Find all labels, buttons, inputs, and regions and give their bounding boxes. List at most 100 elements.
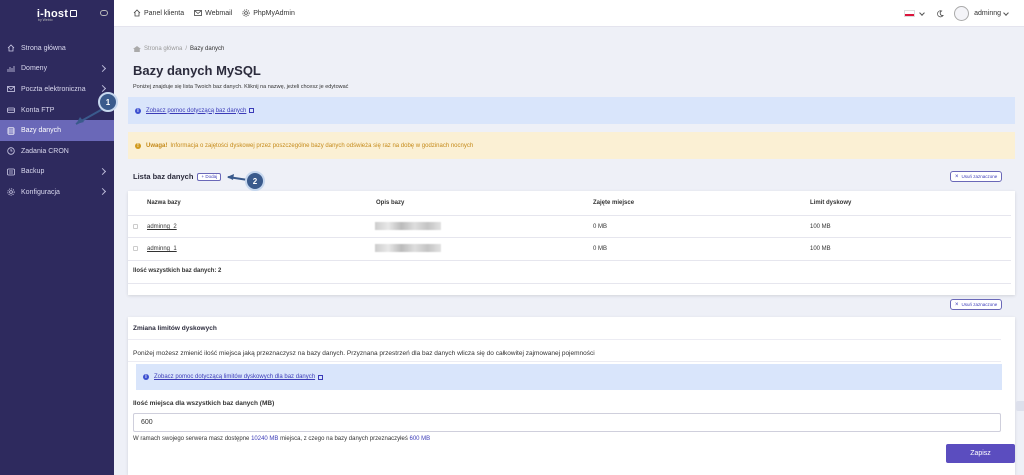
domain-icon: [7, 65, 15, 73]
logo-sub: by Webio: [38, 18, 53, 22]
external-link-icon: [318, 374, 324, 380]
warning-text: Informacja o zajętości dyskowej przez po…: [170, 142, 474, 149]
column-header-limit[interactable]: Limit dyskowy: [810, 200, 851, 206]
home-icon: [133, 46, 141, 52]
disk-limit: 100 MB: [810, 246, 831, 252]
clock-icon: [7, 147, 15, 155]
side-panel-handle[interactable]: [1016, 401, 1024, 411]
language-flag-icon[interactable]: [904, 10, 916, 17]
chevron-down-icon[interactable]: [919, 9, 925, 16]
row-checkbox[interactable]: [133, 224, 138, 229]
gear-icon: [242, 9, 250, 17]
sidebar-item-config[interactable]: Konfiguracja: [0, 182, 114, 203]
home-icon: [7, 44, 15, 52]
disk-limit-input[interactable]: 600: [133, 413, 1001, 432]
delete-selected-button-bottom[interactable]: × Usuń zaznaczone: [950, 299, 1003, 310]
ftp-icon: [7, 106, 15, 114]
sidebar-item-label: Domeny: [21, 65, 48, 73]
page-description: Poniżej znajduje się lista Twoich baz da…: [133, 84, 349, 90]
external-link-icon: [249, 108, 255, 113]
table-row: adminng_1 0 MB 100 MB: [128, 237, 1011, 259]
sidebar-item-label: Konfiguracja: [21, 188, 60, 196]
note-text: W ramach swojego serwera masz dostępne: [133, 436, 250, 442]
annotation-marker-2: 2: [245, 171, 265, 191]
chevron-down-icon[interactable]: [1003, 9, 1009, 16]
note-text: miejsca, z czego na bazy danych przeznac…: [280, 436, 408, 442]
breadcrumb-home[interactable]: Strona główna: [144, 46, 182, 52]
blurred-description: [375, 244, 441, 252]
chevron-right-icon: [98, 85, 107, 93]
used-space: 0 MB: [593, 246, 608, 252]
topbar-webmail-link[interactable]: Webmail: [194, 9, 232, 17]
info-icon: i: [135, 107, 141, 114]
limits-help-box: i Zobacz pomoc dotyczącą limitów dyskowy…: [136, 364, 1002, 390]
save-button[interactable]: Zapisz: [946, 444, 1015, 463]
database-table: Nazwa bazy Opis bazy Zajęte miejsce Limi…: [128, 191, 1015, 295]
home-icon: [133, 9, 141, 17]
add-database-button[interactable]: + Dodaj: [197, 172, 222, 181]
gear-icon: [7, 188, 15, 197]
warning-icon: !: [135, 142, 141, 149]
column-header-description[interactable]: Opis bazy: [376, 200, 404, 206]
note-available: 10240 MB: [251, 436, 279, 442]
list-section: Lista baz danych + Dodaj: [133, 172, 222, 181]
sidebar-item-label: Zadania CRON: [21, 147, 69, 155]
chevron-right-icon: [98, 188, 107, 196]
row-checkbox[interactable]: [133, 246, 138, 251]
topbar-phpmyadmin-link[interactable]: PhpMyAdmin: [242, 9, 295, 17]
delete-selected-label: Usuń zaznaczone: [961, 174, 998, 179]
topbar-right: adminng: [904, 0, 1024, 27]
collapse-sidebar-icon[interactable]: [100, 10, 108, 16]
close-icon: ×: [955, 173, 959, 180]
sidebar: i-host by Webio Strona główna Domeny Poc…: [0, 0, 114, 475]
delete-selected-button-top[interactable]: × Usuń zaznaczone: [950, 171, 1003, 182]
sidebar-item-cron[interactable]: Zadania CRON: [0, 141, 114, 162]
divider: [128, 361, 1001, 362]
breadcrumb-current: Bazy danych: [190, 46, 225, 52]
warning-bold: Uwaga!: [146, 142, 168, 149]
database-name-link[interactable]: adminng_1: [147, 246, 177, 252]
limits-title: Zmiana limitów dyskowych: [133, 325, 217, 332]
delete-selected-label: Usuń zaznaczone: [961, 302, 998, 307]
breadcrumb: Strona główna / Bazy danych: [133, 46, 224, 52]
column-header-used[interactable]: Zajęte miejsce: [593, 200, 634, 206]
topbar: Panel klienta Webmail PhpMyAdmin adminng: [114, 0, 1024, 27]
limits-help-link[interactable]: Zobacz pomoc dotyczącą limitów dyskowych…: [154, 374, 315, 380]
database-total: Ilość wszystkich baz danych: 2: [133, 268, 222, 274]
help-info-box: i Zobacz pomoc dotyczącą baz danych: [128, 97, 1015, 124]
used-space: 0 MB: [593, 224, 608, 230]
topbar-panel-link[interactable]: Panel klienta: [133, 9, 184, 17]
page-title: Bazy danych MySQL: [133, 63, 261, 78]
sidebar-item-domains[interactable]: Domeny: [0, 59, 114, 80]
table-row-divider: [128, 260, 1011, 282]
sidebar-item-mail[interactable]: Poczta elektroniczna: [0, 79, 114, 100]
limits-description: Poniżej możesz zmienić ilość miejsca jak…: [133, 350, 595, 357]
logo-mark-icon: [70, 10, 78, 17]
help-link[interactable]: Zobacz pomoc dotyczącą baz danych: [146, 108, 246, 114]
sidebar-item-home[interactable]: Strona główna: [0, 38, 114, 59]
mail-icon: [194, 10, 202, 16]
sidebar-item-label: Poczta elektroniczna: [21, 85, 86, 93]
chevron-right-icon: [98, 167, 107, 175]
column-header-name[interactable]: Nazwa bazy: [147, 200, 181, 206]
sidebar-item-label: Backup: [21, 168, 45, 176]
logo[interactable]: i-host by Webio: [0, 0, 114, 27]
topbar-phpmyadmin-label: PhpMyAdmin: [253, 9, 295, 17]
mail-icon: [7, 85, 15, 93]
user-name[interactable]: adminng: [974, 10, 1001, 17]
list-title: Lista baz danych: [133, 172, 194, 181]
table-row: adminng_2 0 MB 100 MB: [128, 215, 1011, 237]
disk-limit: 100 MB: [810, 224, 831, 230]
breadcrumb-separator: /: [185, 46, 188, 52]
topbar-webmail-label: Webmail: [205, 9, 233, 17]
sidebar-item-label: Konta FTP: [21, 106, 55, 114]
sidebar-item-backup[interactable]: Backup: [0, 162, 114, 183]
theme-toggle-icon[interactable]: [936, 9, 944, 18]
sidebar-item-label: Strona główna: [21, 44, 66, 52]
database-name-link[interactable]: adminng_2: [147, 224, 177, 230]
note-used: 600 MB: [409, 436, 431, 442]
avatar[interactable]: [954, 6, 970, 21]
sidebar-item-label: Bazy danych: [21, 127, 62, 135]
limits-note: W ramach swojego serwera masz dostępne 1…: [133, 436, 430, 442]
chevron-right-icon: [98, 64, 107, 72]
